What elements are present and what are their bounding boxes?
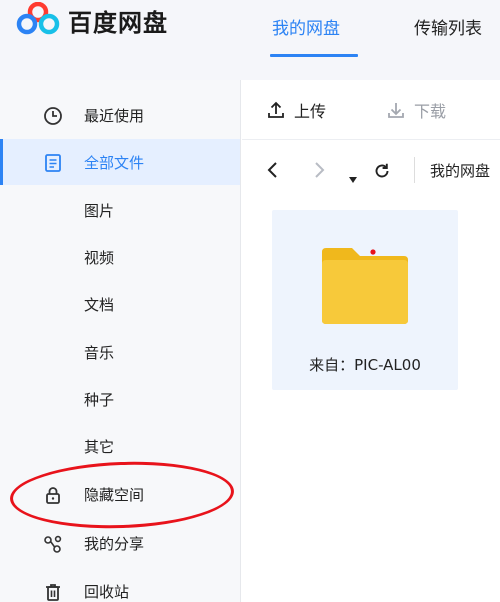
upload-label: 上传: [294, 102, 327, 121]
breadcrumb[interactable]: 我的网盘: [430, 160, 490, 181]
lock-icon: [42, 484, 64, 506]
app-name: 百度网盘: [68, 8, 168, 37]
sidebar-item-label: 音乐: [84, 343, 115, 362]
sidebar-item-label: 全部文件: [84, 153, 145, 172]
chevron-right-icon[interactable]: [312, 160, 326, 185]
folder-name: 来自：PIC-AL00: [309, 356, 421, 374]
folder-icon: [322, 248, 408, 324]
sidebar-item-label: 隐藏空间: [84, 485, 145, 504]
sidebar-item-torrents[interactable]: 种子: [0, 376, 240, 422]
sidebar-item-label: 我的分享: [84, 534, 145, 553]
chevron-left-icon[interactable]: [266, 160, 280, 185]
tab-my-netdisk[interactable]: 我的网盘: [272, 14, 340, 39]
sidebar-item-label: 回收站: [84, 582, 130, 601]
sidebar-item-recent[interactable]: 最近使用: [0, 92, 240, 138]
tab-transfer-list[interactable]: 传输列表: [414, 14, 482, 39]
toolbar: 上传 下载: [242, 80, 500, 140]
sidebar-item-label: 文档: [84, 295, 115, 314]
caret-down-icon[interactable]: [347, 166, 359, 190]
sidebar-item-recycle-bin[interactable]: 回收站: [0, 568, 240, 602]
app-logo[interactable]: 百度网盘: [16, 2, 168, 38]
download-label: 下载: [414, 102, 447, 121]
download-icon: [388, 103, 404, 118]
sidebar-item-label: 最近使用: [84, 106, 145, 125]
top-header: 百度网盘 我的网盘 传输列表: [0, 0, 500, 80]
clock-icon: [42, 105, 64, 127]
sidebar-item-videos[interactable]: 视频: [0, 234, 240, 280]
baidu-netdisk-logo-icon: [16, 2, 60, 35]
folder-item[interactable]: 来自：PIC-AL00: [272, 210, 458, 390]
sidebar-item-documents[interactable]: 文档: [0, 281, 240, 327]
sidebar-item-others[interactable]: 其它: [0, 423, 240, 469]
sidebar-item-images[interactable]: 图片: [0, 187, 240, 233]
sidebar-item-all-files[interactable]: 全部文件: [0, 139, 240, 185]
sidebar-item-label: 视频: [84, 248, 115, 267]
sidebar-item-label: 图片: [84, 201, 115, 220]
trash-icon: [42, 581, 64, 602]
download-button[interactable]: 下载: [386, 98, 446, 122]
sidebar-item-hidden-space[interactable]: 隐藏空间: [0, 471, 240, 517]
sidebar-item-label: 其它: [84, 437, 115, 456]
active-tab-indicator: [270, 54, 358, 57]
upload-button[interactable]: 上传: [266, 98, 326, 122]
sidebar-item-music[interactable]: 音乐: [0, 329, 240, 375]
sidebar-item-label: 种子: [84, 390, 115, 409]
refresh-icon[interactable]: [372, 161, 392, 186]
nav-divider: [414, 157, 415, 183]
upload-icon: [268, 101, 284, 118]
sidebar: 最近使用 全部文件 图片 视频 文档 音乐 种子 其它 隐藏空间 我的分享 回收…: [0, 80, 241, 602]
document-icon: [42, 152, 64, 174]
share-icon: [42, 533, 64, 555]
sidebar-item-my-shares[interactable]: 我的分享: [0, 520, 240, 566]
